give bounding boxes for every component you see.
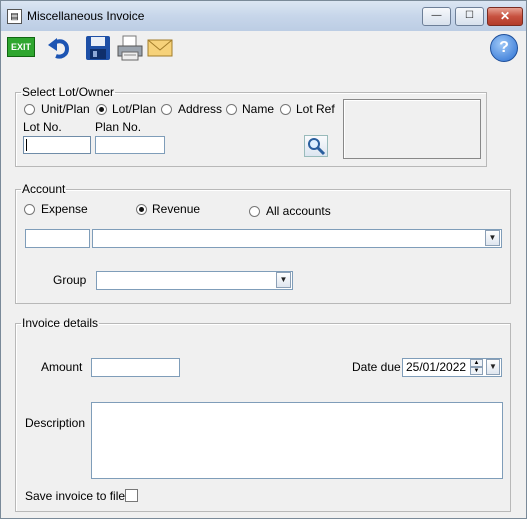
email-icon — [147, 39, 173, 57]
radio-unit-plan-label: Unit/Plan — [41, 102, 90, 116]
radio-address[interactable] — [161, 104, 172, 115]
invoice-details-legend: Invoice details — [22, 316, 99, 330]
radio-unit-plan[interactable] — [24, 104, 35, 115]
description-label: Description — [25, 416, 86, 430]
email-button[interactable] — [147, 35, 173, 59]
radio-lot-ref-label: Lot Ref — [296, 102, 335, 116]
date-due-label: Date due — [352, 360, 401, 374]
exit-button[interactable]: EXIT — [7, 37, 35, 57]
save-icon — [86, 36, 110, 60]
group-label: Group — [53, 273, 87, 287]
lot-no-input[interactable] — [23, 136, 91, 154]
radio-expense[interactable] — [24, 204, 35, 215]
minimize-icon: — — [431, 10, 442, 21]
account-legend: Account — [22, 182, 66, 196]
undo-icon — [48, 38, 70, 59]
lot-no-label: Lot No. — [23, 120, 62, 134]
chevron-down-icon: ▼ — [489, 362, 497, 371]
window-title: Miscellaneous Invoice — [27, 9, 145, 23]
account-code-input[interactable] — [25, 229, 90, 248]
undo-button[interactable] — [46, 35, 70, 59]
radio-name[interactable] — [226, 104, 237, 115]
save-button[interactable] — [85, 35, 110, 60]
owner-preview-panel — [343, 99, 481, 159]
radio-expense-label: Expense — [41, 202, 88, 216]
plan-no-input[interactable] — [95, 136, 165, 154]
radio-lot-plan-label: Lot/Plan — [112, 102, 157, 116]
invoice-window: ▤ Miscellaneous Invoice — ☐ ✕ EXIT ? Sel… — [0, 0, 527, 519]
title-bar: ▤ Miscellaneous Invoice — ☐ ✕ — [1, 1, 526, 31]
maximize-button[interactable]: ☐ — [455, 7, 484, 26]
calendar-dropdown-button[interactable]: ▼ — [486, 359, 500, 375]
radio-lot-plan[interactable] — [96, 104, 107, 115]
amount-label: Amount — [41, 360, 83, 374]
account-select[interactable] — [92, 229, 502, 248]
help-button[interactable]: ? — [490, 34, 518, 62]
print-button[interactable] — [116, 35, 143, 61]
close-button[interactable]: ✕ — [487, 7, 523, 26]
close-icon: ✕ — [499, 9, 511, 23]
chevron-down-icon: ▼ — [488, 233, 497, 242]
radio-revenue-label: Revenue — [152, 202, 201, 216]
text-cursor — [26, 139, 27, 151]
group-select[interactable] — [96, 271, 293, 290]
maximize-icon: ☐ — [465, 10, 474, 21]
radio-all-accounts[interactable] — [249, 206, 260, 217]
chevron-down-icon: ▼ — [279, 275, 288, 284]
chevron-up-icon: ▲ — [473, 360, 480, 366]
description-textarea[interactable] — [91, 402, 503, 479]
radio-all-accounts-label: All accounts — [266, 204, 331, 218]
window-icon: ▤ — [7, 9, 22, 24]
chevron-down-icon: ▼ — [473, 368, 480, 374]
select-owner-legend: Select Lot/Owner — [22, 85, 115, 99]
print-icon — [117, 35, 143, 61]
save-invoice-checkbox[interactable] — [125, 489, 138, 502]
search-icon — [308, 138, 326, 156]
search-button[interactable] — [304, 135, 328, 157]
plan-no-label: Plan No. — [95, 120, 142, 134]
amount-input[interactable] — [91, 358, 180, 377]
save-invoice-label: Save invoice to file — [25, 489, 126, 503]
radio-address-label: Address — [178, 102, 223, 116]
radio-lot-ref[interactable] — [280, 104, 291, 115]
radio-revenue[interactable] — [136, 204, 147, 215]
date-up-button[interactable]: ▲ — [470, 359, 483, 367]
date-down-button[interactable]: ▼ — [470, 367, 483, 375]
group-dropdown-button[interactable]: ▼ — [276, 272, 291, 288]
minimize-button[interactable]: — — [422, 7, 451, 26]
account-dropdown-button[interactable]: ▼ — [485, 230, 500, 246]
radio-name-label: Name — [242, 102, 275, 116]
